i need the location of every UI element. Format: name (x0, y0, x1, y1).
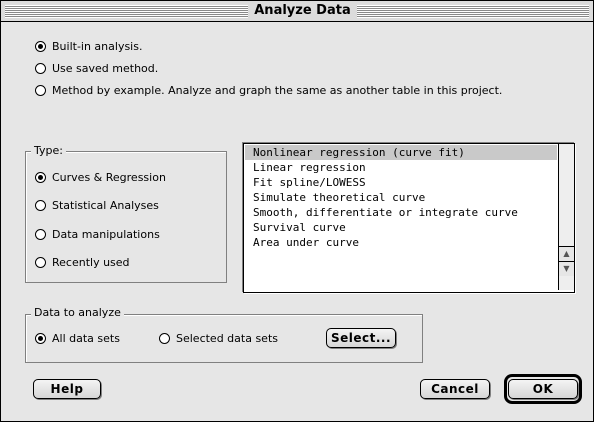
analysis-listbox[interactable]: Nonlinear regression (curve fit) Linear … (243, 143, 575, 293)
help-button[interactable]: Help (33, 379, 101, 399)
radio-data-manipulations[interactable]: Data manipulations (35, 228, 160, 241)
radio-all-data-sets[interactable]: All data sets (35, 332, 120, 345)
list-item[interactable]: Smooth, differentiate or integrate curve (245, 205, 557, 220)
radio-indicator[interactable] (35, 200, 46, 211)
radio-label: Use saved method. (52, 62, 159, 75)
list-item[interactable]: Area under curve (245, 235, 557, 250)
radio-selected-data-sets[interactable]: Selected data sets (159, 332, 278, 345)
radio-indicator[interactable] (35, 229, 46, 240)
analyze-data-dialog: Analyze Data Built-in analysis. Use save… (0, 0, 594, 422)
select-button[interactable]: Select... (326, 328, 396, 348)
radio-use-saved-method[interactable]: Use saved method. (35, 62, 158, 75)
radio-indicator[interactable] (35, 63, 46, 74)
title-bar-stripes-right (357, 5, 589, 18)
title-bar-stripes-left (5, 5, 248, 18)
list-item[interactable]: Nonlinear regression (curve fit) (245, 145, 557, 160)
type-group-label: Type: (31, 145, 66, 157)
scroll-up-arrow-icon[interactable]: ▲ (559, 246, 574, 261)
list-item[interactable]: Simulate theoretical curve (245, 190, 557, 205)
scroll-down-arrow-icon[interactable]: ▼ (559, 261, 574, 276)
list-item[interactable]: Fit spline/LOWESS (245, 175, 557, 190)
radio-label: All data sets (52, 332, 120, 345)
radio-built-in-analysis[interactable]: Built-in analysis. (35, 40, 142, 53)
radio-recently-used[interactable]: Recently used (35, 256, 130, 269)
radio-label: Selected data sets (176, 332, 278, 345)
radio-curves-regression[interactable]: Curves & Regression (35, 171, 166, 184)
dialog-title: Analyze Data (248, 2, 357, 20)
radio-label: Built-in analysis. (52, 40, 143, 53)
list-item[interactable]: Survival curve (245, 220, 557, 235)
radio-label: Data manipulations (52, 228, 160, 241)
radio-label: Statistical Analyses (52, 199, 159, 212)
radio-label: Recently used (52, 256, 130, 269)
list-item[interactable]: Linear regression (245, 160, 557, 175)
radio-indicator[interactable] (35, 172, 46, 183)
radio-method-by-example[interactable]: Method by example. Analyze and graph the… (35, 84, 502, 97)
radio-label: Curves & Regression (52, 171, 166, 184)
radio-indicator[interactable] (35, 333, 46, 344)
radio-label: Method by example. Analyze and graph the… (52, 84, 503, 97)
radio-indicator[interactable] (159, 333, 170, 344)
radio-indicator[interactable] (35, 257, 46, 268)
title-bar[interactable]: Analyze Data (1, 1, 593, 22)
list-scrollbar[interactable]: ▲ ▼ (558, 144, 574, 290)
analysis-list: Nonlinear regression (curve fit) Linear … (245, 145, 557, 289)
ok-button[interactable]: OK (508, 379, 578, 399)
data-to-analyze-label: Data to analyze (31, 307, 124, 319)
radio-indicator[interactable] (35, 41, 46, 52)
radio-statistical-analyses[interactable]: Statistical Analyses (35, 199, 159, 212)
radio-indicator[interactable] (35, 85, 46, 96)
cancel-button[interactable]: Cancel (420, 379, 490, 399)
